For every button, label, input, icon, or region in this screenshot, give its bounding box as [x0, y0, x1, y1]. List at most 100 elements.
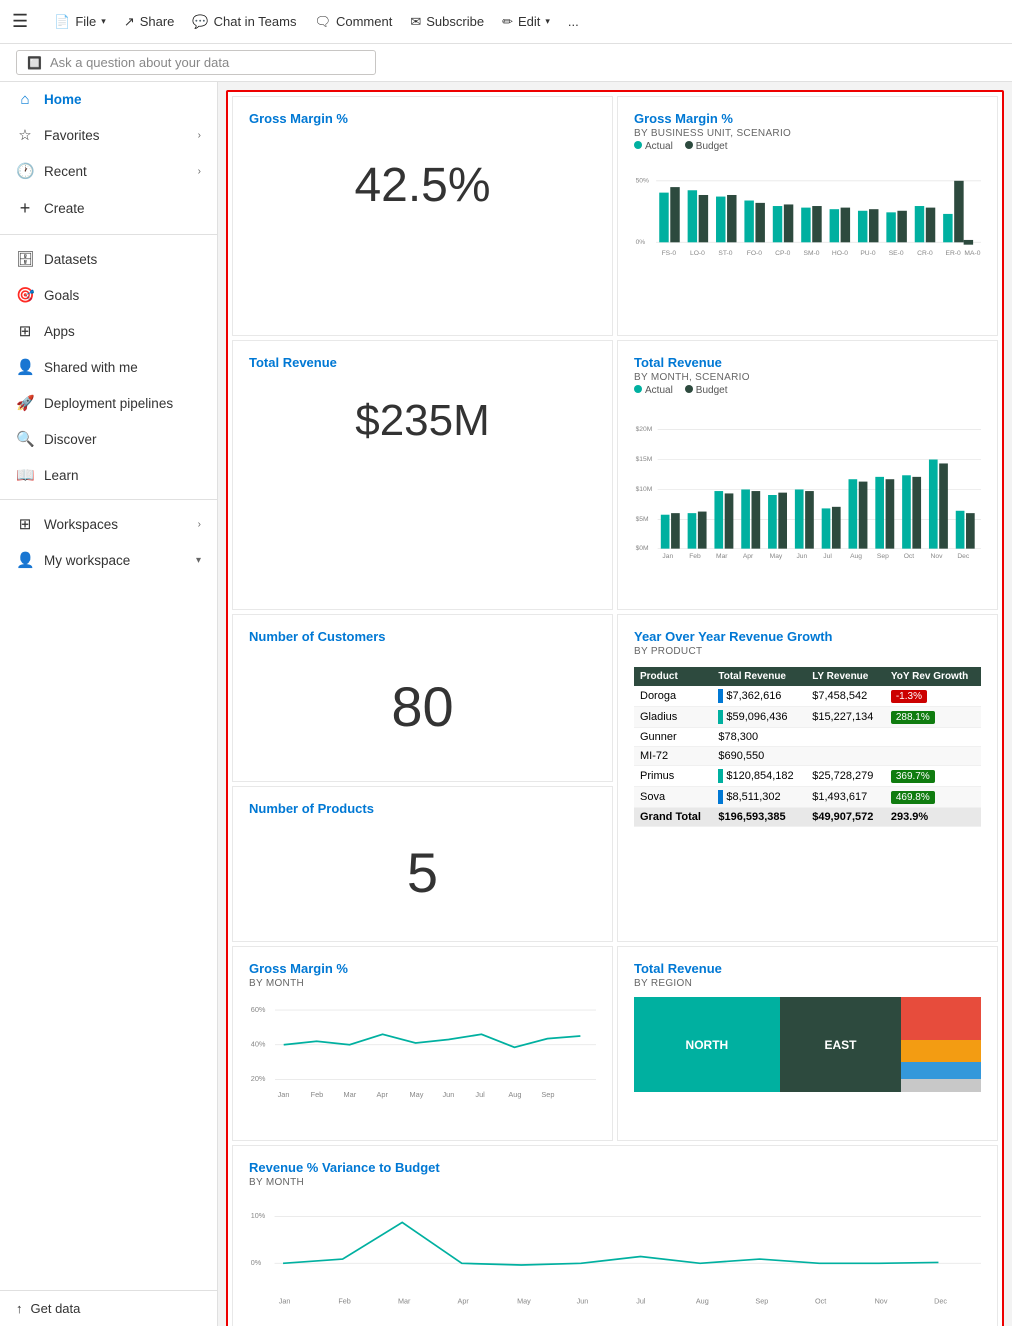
edit-button[interactable]: ✏ Edit ▾	[502, 14, 550, 30]
legend-revenue: Actual Budget	[634, 385, 981, 396]
svg-text:ST-0: ST-0	[718, 250, 732, 257]
get-data-button[interactable]: ↑ Get data	[0, 1290, 217, 1326]
num-products-value: 5	[249, 818, 596, 927]
svg-text:20%: 20%	[251, 1074, 266, 1083]
sidebar-item-create[interactable]: + Create	[0, 189, 217, 228]
sidebar-item-favorites[interactable]: ☆ Favorites ›	[0, 117, 217, 153]
treemap-north: NORTH	[634, 997, 780, 1092]
sidebar-item-discover[interactable]: 🔍 Discover	[0, 421, 217, 457]
num-customers-card: Number of Customers 80	[232, 614, 613, 782]
yoy-table: Product Total Revenue LY Revenue YoY Rev…	[634, 667, 981, 827]
svg-text:40%: 40%	[251, 1039, 266, 1048]
yoy-subtitle: BY PRODUCT	[634, 646, 981, 657]
sidebar-item-shared[interactable]: 👤 Shared with me	[0, 349, 217, 385]
more-options-button[interactable]: ...	[568, 14, 579, 29]
svg-text:10%: 10%	[251, 1211, 266, 1220]
file-menu[interactable]: 📄 File ▾	[54, 14, 106, 30]
num-products-title: Number of Products	[249, 801, 596, 816]
svg-text:Feb: Feb	[338, 1296, 350, 1305]
svg-text:Aug: Aug	[696, 1296, 709, 1305]
get-data-icon: ↑	[16, 1301, 23, 1316]
sidebar-item-datasets[interactable]: 🗄 Datasets	[0, 241, 217, 277]
gross-margin-bu-subtitle: BY BUSINESS UNIT, SCENARIO	[634, 128, 981, 139]
treemap-east: EAST	[780, 997, 901, 1092]
gross-margin-card: Gross Margin % 42.5%	[232, 96, 613, 336]
svg-text:Apr: Apr	[743, 553, 754, 560]
chat-teams-button[interactable]: 💬 Chat in Teams	[192, 14, 296, 30]
num-products-card: Number of Products 5	[232, 786, 613, 942]
share-button[interactable]: ↗ Share	[124, 14, 175, 30]
dashboard-container: Gross Margin % 42.5% Gross Margin % BY B…	[226, 90, 1004, 1326]
goals-icon: 🎯	[16, 286, 34, 304]
sidebar-item-recent[interactable]: 🕐 Recent ›	[0, 153, 217, 189]
svg-text:Jul: Jul	[636, 1296, 646, 1305]
legend-item: Actual	[634, 141, 673, 152]
svg-text:Jun: Jun	[577, 1296, 589, 1305]
sidebar-divider-2	[0, 499, 217, 500]
deployment-icon: 🚀	[16, 394, 34, 412]
svg-text:$10M: $10M	[636, 486, 653, 493]
svg-text:50%: 50%	[636, 177, 649, 184]
chevron-icon: ▾	[196, 555, 201, 566]
total-revenue-month-title: Total Revenue	[634, 355, 981, 370]
qa-input[interactable]: 🔲 Ask a question about your data	[16, 50, 376, 75]
svg-text:Sep: Sep	[755, 1296, 768, 1305]
revenue-region-subtitle: BY REGION	[634, 978, 981, 989]
svg-text:ER-0: ER-0	[946, 250, 962, 257]
home-icon: ⌂	[16, 91, 34, 108]
chevron-icon: ›	[198, 519, 201, 530]
qa-bar: 🔲 Ask a question about your data	[0, 44, 1012, 82]
svg-text:$0M: $0M	[636, 545, 649, 552]
col-total-revenue: Total Revenue	[712, 667, 806, 686]
total-revenue-month-chart: $20M $15M $10M $5M $0M	[634, 400, 981, 590]
datasets-icon: 🗄	[16, 250, 34, 268]
gross-margin-month-card: Gross Margin % BY MONTH 60% 40% 20% Jan …	[232, 946, 613, 1141]
sidebar-item-deployment[interactable]: 🚀 Deployment pipelines	[0, 385, 217, 421]
chevron-icon: ▾	[545, 16, 550, 27]
treemap-region-5	[901, 1062, 981, 1079]
svg-text:Nov: Nov	[931, 553, 944, 560]
edit-icon: ✏	[502, 14, 513, 30]
teams-icon: 💬	[192, 14, 208, 30]
main-layout: ⌂ Home ☆ Favorites › 🕐 Recent › + Create…	[0, 82, 1012, 1326]
sidebar-item-my-workspace[interactable]: 👤 My workspace ▾	[0, 542, 217, 578]
svg-text:Sep: Sep	[877, 553, 889, 560]
svg-text:HO-0: HO-0	[832, 250, 848, 257]
table-row: Primus $120,854,182 $25,728,279 369.7%	[634, 766, 981, 787]
variance-line-chart: 10% 0% Jan Feb Mar Apr May Jun Jul	[249, 1190, 981, 1326]
svg-text:Oct: Oct	[904, 553, 915, 560]
svg-text:Mar: Mar	[716, 553, 728, 560]
subscribe-icon: ✉	[410, 14, 421, 30]
gross-margin-bu-title: Gross Margin %	[634, 111, 981, 126]
svg-text:Jan: Jan	[662, 553, 673, 560]
total-revenue-month-card: Total Revenue BY MONTH, SCENARIO Actual …	[617, 340, 998, 610]
sidebar-item-learn[interactable]: 📖 Learn	[0, 457, 217, 493]
sidebar-item-apps[interactable]: ⊞ Apps	[0, 313, 217, 349]
hamburger-icon[interactable]: ☰	[12, 11, 28, 32]
table-row: MI-72 $690,550	[634, 747, 981, 766]
svg-text:Jan: Jan	[278, 1090, 290, 1099]
sidebar-item-workspaces[interactable]: ⊞ Workspaces ›	[0, 506, 217, 542]
legend-item: Budget	[685, 141, 728, 152]
sidebar: ⌂ Home ☆ Favorites › 🕐 Recent › + Create…	[0, 82, 218, 1326]
svg-text:Jun: Jun	[796, 553, 807, 560]
svg-text:Mar: Mar	[344, 1090, 357, 1099]
chevron-icon: ›	[198, 130, 201, 141]
subscribe-button[interactable]: ✉ Subscribe	[410, 14, 484, 30]
svg-text:Jun: Jun	[442, 1090, 454, 1099]
yoy-revenue-card: Year Over Year Revenue Growth BY PRODUCT…	[617, 614, 998, 942]
col-ly-revenue: LY Revenue	[806, 667, 885, 686]
svg-text:Jul: Jul	[823, 553, 832, 560]
content-area: Gross Margin % 42.5% Gross Margin % BY B…	[218, 82, 1012, 1326]
legend-item-actual: Actual	[634, 385, 673, 396]
sidebar-divider	[0, 234, 217, 235]
comment-button[interactable]: 🗨 Comment	[314, 14, 392, 30]
sidebar-item-goals[interactable]: 🎯 Goals	[0, 277, 217, 313]
svg-text:FO-0: FO-0	[747, 250, 763, 257]
num-customers-title: Number of Customers	[249, 629, 596, 644]
variance-title: Revenue % Variance to Budget	[249, 1160, 981, 1175]
gm-month-subtitle: BY MONTH	[249, 978, 596, 989]
svg-text:LO-0: LO-0	[690, 250, 705, 257]
svg-text:Jan: Jan	[279, 1296, 291, 1305]
sidebar-item-home[interactable]: ⌂ Home	[0, 82, 217, 117]
